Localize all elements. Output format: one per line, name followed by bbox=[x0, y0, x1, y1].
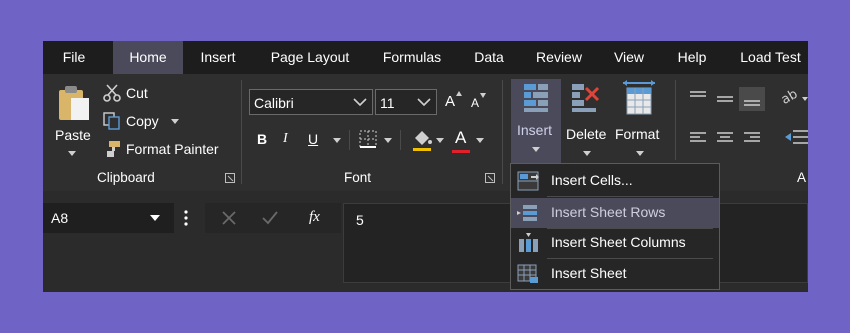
delete-button[interactable]: Delete bbox=[566, 126, 606, 142]
svg-text:ab: ab bbox=[781, 87, 800, 107]
align-center-icon[interactable] bbox=[716, 131, 734, 145]
insert-rows-icon bbox=[517, 205, 537, 221]
menu-item-insert-sheet[interactable]: Insert Sheet bbox=[511, 259, 719, 289]
underline-dropdown-icon[interactable] bbox=[333, 138, 341, 144]
excel-window: File Home Insert Page Layout Formulas Da… bbox=[43, 41, 808, 292]
menu-item-label: Insert Sheet Columns bbox=[551, 234, 686, 250]
shrink-arrow-icon bbox=[480, 93, 486, 98]
name-box[interactable]: A8 bbox=[43, 203, 174, 233]
middle-align-icon[interactable] bbox=[716, 93, 734, 107]
copy-button[interactable]: Copy bbox=[126, 113, 159, 129]
align-left-icon[interactable] bbox=[689, 131, 707, 145]
clipboard-dialog-launcher-icon[interactable] bbox=[225, 173, 235, 183]
group-divider bbox=[502, 80, 503, 184]
format-dropdown-icon[interactable] bbox=[636, 151, 644, 157]
font-size-select[interactable]: 11 bbox=[375, 89, 437, 115]
paste-label: Paste bbox=[55, 127, 91, 143]
font-size-value: 11 bbox=[380, 95, 395, 111]
font-divider bbox=[400, 130, 401, 150]
copy-icon bbox=[103, 112, 120, 130]
format-button[interactable]: Format bbox=[615, 126, 659, 142]
chevron-down-icon bbox=[417, 98, 431, 107]
borders-dropdown-icon[interactable] bbox=[384, 138, 392, 144]
tab-help[interactable]: Help bbox=[668, 41, 716, 74]
font-color-dropdown-icon[interactable] bbox=[476, 138, 484, 144]
menu-divider bbox=[547, 196, 713, 197]
formula-value: 5 bbox=[356, 212, 364, 228]
group-divider bbox=[241, 80, 242, 184]
paste-button[interactable] bbox=[55, 84, 95, 129]
insert-cells-icon bbox=[517, 171, 539, 191]
group-divider bbox=[675, 80, 676, 160]
tab-file[interactable]: File bbox=[43, 41, 105, 74]
enter-icon[interactable] bbox=[262, 211, 278, 225]
grow-font-button[interactable]: A bbox=[445, 93, 455, 110]
bold-button[interactable]: B bbox=[257, 131, 267, 147]
menu-item-label: Insert Cells... bbox=[551, 172, 633, 188]
bottom-align-button[interactable] bbox=[739, 87, 765, 111]
underline-button[interactable]: U bbox=[308, 131, 318, 147]
insert-function-button[interactable]: fx bbox=[309, 209, 320, 226]
insert-columns-icon bbox=[519, 233, 538, 252]
clipboard-group-label: Clipboard bbox=[97, 170, 155, 185]
insert-label: Insert bbox=[517, 122, 553, 138]
name-box-value: A8 bbox=[51, 210, 69, 226]
decrease-indent-icon[interactable] bbox=[785, 129, 808, 145]
paste-dropdown-icon[interactable] bbox=[68, 151, 76, 157]
scissors-icon bbox=[103, 84, 121, 102]
delete-dropdown-icon[interactable] bbox=[583, 151, 591, 157]
cancel-icon[interactable] bbox=[222, 211, 236, 225]
insert-dropdown-icon bbox=[532, 147, 540, 152]
font-name-value: Calibri bbox=[254, 95, 294, 111]
tab-view[interactable]: View bbox=[605, 41, 653, 74]
more-options-icon[interactable] bbox=[184, 210, 188, 226]
insert-cells-icon bbox=[524, 84, 548, 112]
tab-review[interactable]: Review bbox=[528, 41, 590, 74]
chevron-down-icon bbox=[150, 215, 160, 221]
font-group-label: Font bbox=[344, 170, 372, 185]
paste-icon bbox=[59, 86, 89, 120]
menu-item-label: Insert Sheet Rows bbox=[551, 204, 666, 220]
grow-arrow-icon bbox=[456, 91, 462, 96]
bottom-align-icon bbox=[744, 100, 760, 106]
tab-insert[interactable]: Insert bbox=[190, 41, 246, 74]
menu-item-label: Insert Sheet bbox=[551, 265, 627, 281]
formula-buttons: fx bbox=[205, 203, 341, 233]
menu-item-insert-sheet-rows[interactable]: Insert Sheet Rows bbox=[511, 198, 719, 228]
menu-item-insert-cells[interactable]: Insert Cells... bbox=[511, 166, 719, 196]
top-align-icon[interactable] bbox=[689, 90, 707, 104]
font-divider bbox=[349, 130, 350, 150]
delete-cells-icon[interactable] bbox=[570, 82, 602, 114]
cut-button[interactable]: Cut bbox=[126, 85, 148, 101]
format-painter-icon bbox=[107, 141, 120, 157]
shrink-font-button[interactable]: A bbox=[471, 96, 479, 110]
tab-formulas[interactable]: Formulas bbox=[374, 41, 450, 74]
tab-data[interactable]: Data bbox=[465, 41, 513, 74]
orientation-icon[interactable]: ab bbox=[781, 87, 808, 107]
font-color-swatch bbox=[452, 150, 470, 153]
tab-home[interactable]: Home bbox=[113, 41, 183, 74]
insert-dropdown-menu: Insert Cells... Insert Sheet Rows Insert… bbox=[510, 163, 720, 290]
insert-cells-button[interactable]: Insert bbox=[511, 79, 561, 163]
align-right-icon[interactable] bbox=[743, 131, 761, 145]
fill-color-dropdown-icon[interactable] bbox=[436, 138, 444, 144]
alignment-group-label: A bbox=[797, 170, 807, 185]
borders-icon[interactable] bbox=[359, 130, 377, 148]
insert-sheet-icon bbox=[517, 264, 538, 283]
font-name-select[interactable]: Calibri bbox=[249, 89, 373, 115]
fill-color-icon[interactable] bbox=[411, 128, 433, 152]
chevron-down-icon bbox=[353, 98, 367, 107]
tab-page-layout[interactable]: Page Layout bbox=[260, 41, 360, 74]
font-color-button[interactable]: A bbox=[455, 128, 466, 148]
font-dialog-launcher-icon[interactable] bbox=[485, 173, 495, 183]
format-cells-icon[interactable] bbox=[621, 80, 657, 116]
format-painter-button[interactable]: Format Painter bbox=[126, 141, 219, 157]
italic-button[interactable]: I bbox=[283, 131, 288, 147]
menu-item-insert-sheet-columns[interactable]: Insert Sheet Columns bbox=[511, 228, 719, 258]
tab-load-test[interactable]: Load Test bbox=[733, 41, 808, 74]
ribbon-tab-bar: File Home Insert Page Layout Formulas Da… bbox=[43, 41, 808, 74]
copy-dropdown-icon[interactable] bbox=[171, 119, 179, 125]
